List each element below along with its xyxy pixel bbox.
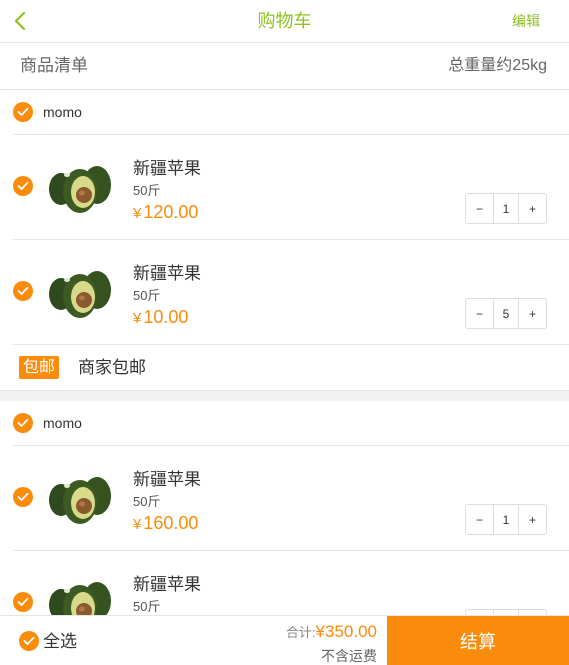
- quantity-value[interactable]: 5: [493, 299, 519, 328]
- cart-list[interactable]: momo 新疆苹果 50斤 ¥120.00 − 1 + 新疆苹果 50斤 ¥ 1…: [0, 90, 569, 615]
- product-image[interactable]: [47, 575, 113, 615]
- check-icon: [17, 418, 29, 427]
- increase-button[interactable]: +: [519, 505, 546, 534]
- edit-button[interactable]: 编辑: [512, 0, 540, 42]
- product-spec: 50斤: [133, 183, 161, 198]
- quantity-value[interactable]: 1: [493, 194, 519, 223]
- product-name[interactable]: 新疆苹果: [133, 259, 201, 284]
- total-label: 合计:: [285, 625, 316, 640]
- shipping-note: 不含运费: [321, 648, 377, 664]
- price-value: 160.00: [143, 513, 199, 533]
- select-all-checkbox[interactable]: [19, 631, 39, 651]
- shop-name[interactable]: momo: [43, 90, 82, 134]
- item-checkbox[interactable]: [13, 176, 33, 196]
- quantity-stepper: − 1 +: [465, 504, 547, 535]
- currency-symbol: ¥: [133, 516, 142, 533]
- top-bar: 购物车 编辑: [0, 0, 569, 43]
- product-price: ¥120.00: [133, 202, 198, 223]
- check-icon: [17, 597, 29, 606]
- shipping-label: 商家包邮: [78, 358, 146, 377]
- cart-item: 新疆苹果 50斤 ¥10.00 − 5 +: [13, 240, 569, 345]
- check-icon: [17, 107, 29, 116]
- product-image[interactable]: [47, 470, 113, 528]
- cart-item: 新疆苹果 50斤 ¥120.00 − 1 +: [13, 135, 569, 240]
- quantity-value[interactable]: 1: [493, 505, 519, 534]
- page-title: 购物车: [257, 11, 312, 31]
- increase-button[interactable]: +: [519, 194, 546, 223]
- shop-header: momo: [13, 90, 569, 135]
- quantity-stepper: − 5 +: [465, 298, 547, 329]
- product-spec: 50斤: [133, 599, 161, 614]
- group-divider: [0, 390, 569, 401]
- free-shipping-badge: 包邮: [19, 356, 60, 379]
- quantity-stepper: − 1 +: [465, 193, 547, 224]
- select-all-label[interactable]: 全选: [43, 616, 77, 665]
- check-icon: [17, 181, 29, 190]
- shop-checkbox[interactable]: [13, 413, 33, 433]
- check-icon: [17, 286, 29, 295]
- decrease-button[interactable]: −: [466, 299, 493, 328]
- shop-checkbox[interactable]: [13, 102, 33, 122]
- item-checkbox[interactable]: [13, 281, 33, 301]
- price-value: 10.00: [143, 307, 189, 327]
- product-price: ¥10.00: [133, 307, 188, 328]
- product-price: ¥160.00: [133, 513, 198, 534]
- currency-symbol: ¥: [133, 205, 142, 222]
- total-weight: 总重量约25kg: [448, 57, 547, 74]
- cart-item: 新疆苹果 50斤 ¥160.00 − 1 +: [13, 446, 569, 551]
- decrease-button[interactable]: −: [466, 505, 493, 534]
- currency-symbol: ¥: [133, 310, 142, 327]
- product-spec: 50斤: [133, 494, 161, 509]
- checkout-button[interactable]: 结算: [387, 616, 569, 665]
- product-image[interactable]: [47, 264, 113, 322]
- product-name[interactable]: 新疆苹果: [133, 465, 201, 490]
- product-name[interactable]: 新疆苹果: [133, 154, 201, 179]
- product-image[interactable]: [47, 159, 113, 217]
- increase-button[interactable]: +: [519, 299, 546, 328]
- product-name[interactable]: 新疆苹果: [133, 570, 201, 595]
- checkout-bar: 全选 合计:¥350.00 不含运费 结算: [0, 615, 569, 665]
- check-icon: [17, 492, 29, 501]
- shop-header: momo: [13, 401, 569, 446]
- cart-item: 新疆苹果 50斤: [13, 551, 569, 615]
- item-checkbox[interactable]: [13, 592, 33, 612]
- shipping-info: 包邮 商家包邮: [0, 345, 569, 390]
- decrease-button[interactable]: −: [466, 194, 493, 223]
- item-checkbox[interactable]: [13, 487, 33, 507]
- list-summary: 商品清单 总重量约25kg: [0, 43, 569, 90]
- check-icon: [23, 636, 35, 645]
- list-label: 商品清单: [20, 56, 88, 75]
- total-price: 合计:¥350.00: [286, 622, 377, 642]
- product-spec: 50斤: [133, 288, 161, 303]
- total-amount: ¥350.00: [315, 622, 377, 641]
- price-value: 120.00: [143, 202, 199, 222]
- shop-name[interactable]: momo: [43, 401, 82, 445]
